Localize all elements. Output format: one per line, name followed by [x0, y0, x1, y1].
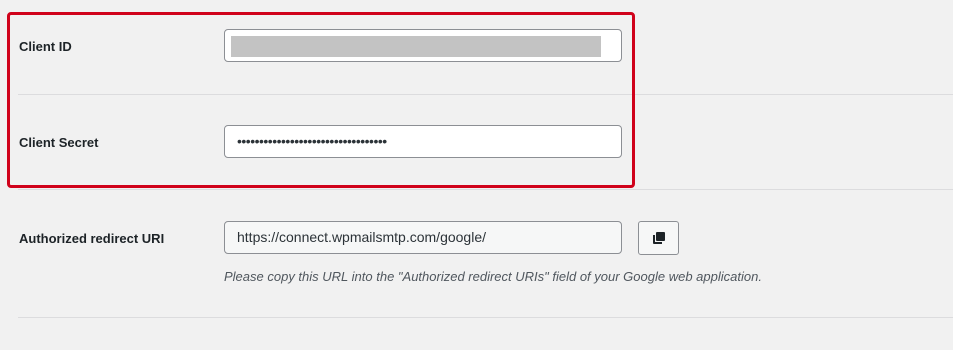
row-divider	[18, 94, 953, 95]
redirect-uri-value: https://connect.wpmailsmtp.com/google/	[237, 229, 487, 245]
redirect-uri-label: Authorized redirect URI	[19, 231, 165, 246]
client-id-input[interactable]	[224, 29, 622, 62]
copy-icon	[652, 232, 665, 244]
row-divider	[18, 189, 953, 190]
client-secret-value: ••••••••••••••••••••••••••••••••••	[237, 133, 387, 149]
row-divider	[18, 317, 953, 318]
redirect-uri-help-text: Please copy this URL into the "Authorize…	[224, 269, 762, 284]
redirect-uri-input[interactable]: https://connect.wpmailsmtp.com/google/	[224, 221, 622, 254]
client-secret-input[interactable]: ••••••••••••••••••••••••••••••••••	[224, 125, 622, 158]
copy-redirect-uri-button[interactable]	[638, 221, 679, 255]
client-id-label: Client ID	[19, 39, 72, 54]
redacted-value-mask	[231, 36, 601, 57]
client-secret-label: Client Secret	[19, 135, 99, 150]
